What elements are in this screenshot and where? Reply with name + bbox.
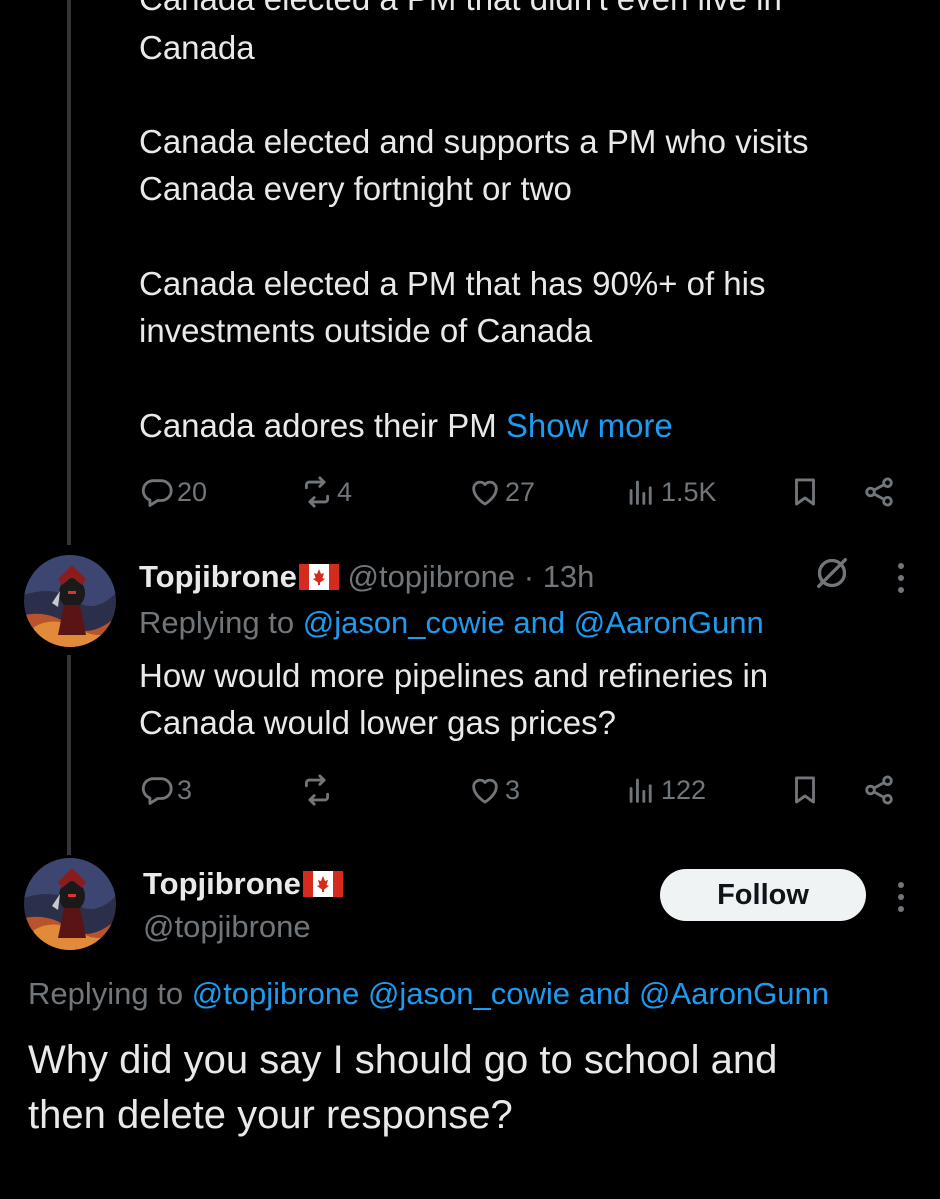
- like-icon: [468, 475, 502, 509]
- tweet-1-line-3: Canada elected and supports a PM who vis…: [139, 123, 809, 160]
- grok-icon[interactable]: [812, 553, 852, 593]
- replying-to-links[interactable]: @topjibrone @jason_cowie and @AaronGunn: [192, 976, 829, 1011]
- retweet-count: 4: [337, 476, 353, 507]
- time-separator: ·: [523, 559, 535, 594]
- like-button[interactable]: 3: [468, 765, 520, 815]
- bookmark-button[interactable]: [788, 765, 822, 815]
- like-button[interactable]: 27: [468, 467, 535, 517]
- author-handle[interactable]: @topjibrone: [347, 559, 515, 594]
- replying-to-links[interactable]: @jason_cowie and @AaronGunn: [303, 605, 764, 640]
- canada-flag-icon: [299, 564, 339, 590]
- tweet-1-line-4: Canada every fortnight or two: [139, 170, 572, 207]
- reply-button[interactable]: 20: [140, 467, 207, 517]
- reply-icon: [140, 773, 174, 807]
- retweet-icon: [300, 475, 334, 509]
- tweet-2-line-1: How would more pipelines and refineries …: [139, 657, 769, 694]
- follow-button[interactable]: Follow: [660, 869, 866, 921]
- reply-count: 3: [177, 774, 193, 805]
- views-count: 1.5K: [661, 476, 717, 507]
- like-icon: [468, 773, 502, 807]
- avatar[interactable]: [24, 555, 116, 647]
- more-icon[interactable]: [898, 882, 908, 918]
- tweet-1-line-2: Canada: [139, 29, 255, 66]
- share-icon: [862, 773, 896, 807]
- tweet-2-replying: Replying to @jason_cowie and @AaronGunn: [139, 599, 764, 646]
- reply-count: 20: [177, 476, 208, 507]
- tweet-2-header: Topjibrone @topjibrone · 13h: [139, 553, 594, 600]
- thread-line-middle: [67, 655, 71, 855]
- tweet-3-name-row: Topjibrone: [143, 860, 343, 907]
- author-name[interactable]: Topjibrone: [143, 866, 301, 901]
- like-count: 3: [505, 774, 521, 805]
- reply-icon: [140, 475, 174, 509]
- views-icon: [624, 773, 658, 807]
- share-button[interactable]: [862, 765, 896, 815]
- tweet-3-line-2: then delete your response?: [28, 1093, 513, 1137]
- views-button[interactable]: 1.5K: [624, 467, 717, 517]
- tweet-2-line-2: Canada would lower gas prices?: [139, 704, 616, 741]
- share-button[interactable]: [862, 467, 896, 517]
- author-handle[interactable]: @topjibrone: [143, 903, 311, 950]
- like-count: 27: [505, 476, 536, 507]
- author-name[interactable]: Topjibrone: [139, 559, 297, 594]
- tweet-1-line-6: investments outside of Canada: [139, 312, 593, 349]
- more-icon[interactable]: [898, 563, 908, 599]
- reply-button[interactable]: 3: [140, 765, 192, 815]
- tweet-1-line-5: Canada elected a PM that has 90%+ of his: [139, 265, 766, 302]
- tweet-time[interactable]: 13h: [543, 559, 595, 594]
- replying-prefix: Replying to: [139, 605, 295, 640]
- replying-prefix: Replying to: [28, 976, 184, 1011]
- tweet-1-last-text: Canada adores their PM: [139, 407, 497, 444]
- share-icon: [862, 475, 896, 509]
- bookmark-icon: [788, 773, 822, 807]
- tweet-1-line-1: Canada elected a PM that didn't even liv…: [139, 0, 782, 22]
- avatar[interactable]: [24, 858, 116, 950]
- retweet-button[interactable]: [300, 765, 337, 815]
- tweet-3-replying: Replying to @topjibrone @jason_cowie and…: [28, 970, 829, 1017]
- retweet-button[interactable]: 4: [300, 467, 352, 517]
- retweet-icon: [300, 773, 334, 807]
- bookmark-button[interactable]: [788, 467, 822, 517]
- thread-line-top: [67, 0, 71, 545]
- views-count: 122: [661, 774, 707, 805]
- bookmark-icon: [788, 475, 822, 509]
- show-more-link[interactable]: Show more: [506, 407, 673, 444]
- views-button[interactable]: 122: [624, 765, 706, 815]
- views-icon: [624, 475, 658, 509]
- canada-flag-icon: [303, 871, 343, 897]
- tweet-1-actions: 20 4 27 1.5K: [140, 467, 910, 517]
- tweet-3-line-1: Why did you say I should go to school an…: [28, 1038, 778, 1082]
- tweet-1-line-7: Canada adores their PM Show more: [139, 402, 673, 449]
- tweet-2-actions: 3 3 122: [140, 765, 910, 815]
